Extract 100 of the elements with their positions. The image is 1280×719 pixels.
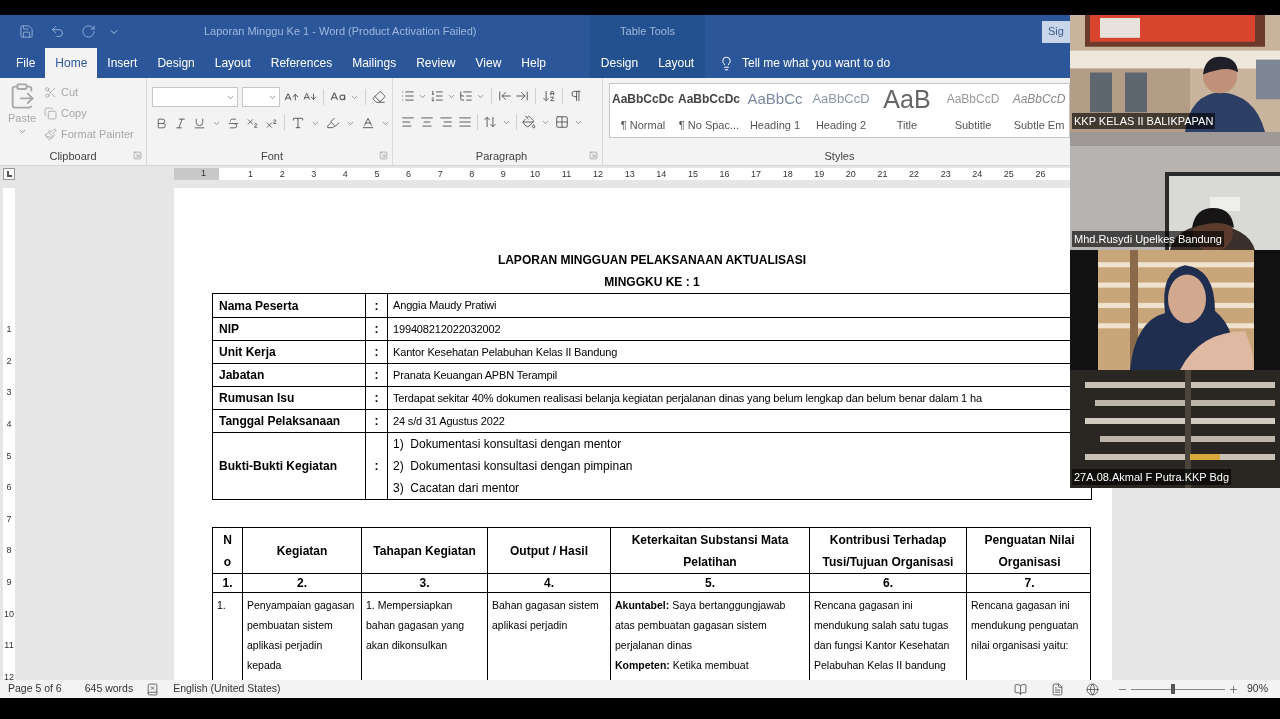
ribbon-tab[interactable]: Layout xyxy=(648,48,705,78)
text-effects-icon[interactable] xyxy=(291,116,305,130)
clear-formatting-icon[interactable] xyxy=(372,90,386,104)
style-option[interactable]: AaBbCcD Subtle Em xyxy=(1006,84,1069,137)
line-spacing-icon[interactable] xyxy=(483,115,497,129)
column-number: 7. xyxy=(1024,575,1035,592)
ribbon-tab[interactable]: References xyxy=(260,48,343,78)
page-indicator[interactable]: Page 5 of 6 xyxy=(8,681,62,697)
colon-separator: : xyxy=(374,321,379,338)
field-value: 24 s/d 31 Agustus 2022 xyxy=(393,413,506,429)
ribbon-tab[interactable]: Layout xyxy=(204,48,261,78)
style-option[interactable]: AaBbCcDc ¶ No Spac... xyxy=(676,84,742,137)
ribbon-tab[interactable]: Review xyxy=(406,48,466,78)
zoom-level[interactable]: 90% xyxy=(1247,681,1268,697)
column-number: 4. xyxy=(544,575,554,592)
ribbon-tab[interactable]: File xyxy=(6,48,46,78)
field-label: Bukti-Bukti Kegiatan xyxy=(219,458,337,475)
underline-icon[interactable] xyxy=(193,116,206,130)
ribbon-tab[interactable]: Help xyxy=(511,48,556,78)
font-color-icon[interactable] xyxy=(361,116,375,130)
borders-icon[interactable] xyxy=(555,115,569,129)
style-option[interactable]: AaBbCc Heading 1 xyxy=(742,84,808,137)
style-option[interactable]: AaBbCcDc ¶ Normal xyxy=(610,84,676,137)
dialog-launcher-icon[interactable] xyxy=(589,151,598,160)
field-label: Rumusan Isu xyxy=(219,390,295,407)
highlighter-icon[interactable] xyxy=(326,116,340,130)
table-cell-text: Penyampaian gagasan pembuatan sistem aplikasi perjadin kepada xyxy=(247,598,356,673)
subscript-icon[interactable] xyxy=(246,116,259,130)
ribbon-tab[interactable]: Home xyxy=(45,48,98,78)
font-size-field[interactable] xyxy=(242,87,280,107)
font-name-field[interactable] xyxy=(152,87,238,107)
scissors-icon[interactable] xyxy=(44,86,57,99)
participant-name: Mhd.Rusydi Upelkes Bandung xyxy=(1072,230,1224,247)
ribbon-tab[interactable]: Design xyxy=(147,48,205,78)
vertical-ruler: 1 2 3 4 5 6 7 8 9 10 11 12 xyxy=(3,188,15,680)
align-right-icon[interactable] xyxy=(439,115,453,129)
column-header: Keterkaitan Substansi Mata Pelatihan xyxy=(630,531,790,571)
group-label: Paragraph xyxy=(475,148,528,164)
zoom-slider[interactable] xyxy=(1131,684,1225,694)
style-option[interactable]: AaB Title xyxy=(874,84,940,137)
tab-selector[interactable] xyxy=(3,168,15,180)
column-header: Tahapan Kegiatan xyxy=(372,542,477,560)
ribbon-tab[interactable]: Design xyxy=(590,48,649,78)
print-layout-icon[interactable] xyxy=(1051,682,1064,696)
horizontal-ruler: 1 1 2 3 4 5 6 7 8 9 10 11 12 13 14 15 16 17 18 19 20 21 22 23 24 25 26 xyxy=(174,168,1070,180)
decrease-indent-icon[interactable] xyxy=(498,89,512,103)
participant-name: KKP KELAS II BALIKPAPAN xyxy=(1072,112,1216,129)
align-left-icon[interactable] xyxy=(401,115,415,129)
ribbon-tab[interactable]: Insert xyxy=(97,48,148,78)
table-cell-text: Bahan gagasan sistem aplikasi perjadin xyxy=(492,598,600,633)
undo-icon[interactable] xyxy=(50,24,65,39)
strikethrough-icon[interactable] xyxy=(227,116,240,130)
justify-icon[interactable] xyxy=(458,115,472,129)
dialog-launcher-icon[interactable] xyxy=(133,151,142,160)
align-center-icon[interactable] xyxy=(420,115,434,129)
shading-icon[interactable] xyxy=(522,115,536,129)
proofing-icon[interactable] xyxy=(146,682,160,696)
column-number: 3. xyxy=(419,575,430,592)
language-indicator[interactable]: English (United States) xyxy=(173,681,281,697)
colon-separator: : xyxy=(374,458,379,475)
save-icon[interactable] xyxy=(19,24,34,39)
lightbulb-icon[interactable] xyxy=(719,55,734,71)
field-value: 199408212022032002 xyxy=(393,321,502,337)
paintbrush-icon[interactable] xyxy=(44,128,57,141)
column-number: 2. xyxy=(297,575,307,592)
field-value: Anggia Maudy Pratiwi xyxy=(393,298,498,314)
copy-icon[interactable] xyxy=(44,107,57,120)
table-cell-text: Rencana gagasan ini mendukung salah satu tugas dan fungsi Kantor Kesehatan Pelabuhan Kelas II bandung xyxy=(814,598,951,673)
field-value: Kantor Kesehatan Pelabuhan Kelas II Bandung xyxy=(393,344,619,360)
superscript-icon[interactable] xyxy=(265,116,278,130)
bold-icon[interactable] xyxy=(155,116,168,130)
table-tools-label: Table Tools xyxy=(620,24,675,40)
list-item: 1) Dokumentasi konsultasi dengan mentor xyxy=(393,436,623,453)
dialog-launcher-icon[interactable] xyxy=(379,151,388,160)
column-header: Kegiatan xyxy=(275,542,329,560)
zoom-in-icon[interactable] xyxy=(1228,683,1239,695)
pilcrow-icon[interactable] xyxy=(569,89,583,103)
multilevel-list-icon[interactable] xyxy=(459,89,473,103)
word-count[interactable]: 645 words xyxy=(84,681,134,697)
ribbon-tab[interactable]: View xyxy=(465,48,512,78)
bullets-icon[interactable] xyxy=(401,89,415,103)
italic-icon[interactable] xyxy=(174,116,187,130)
web-layout-icon[interactable] xyxy=(1086,682,1099,696)
group-label: Styles xyxy=(824,148,855,164)
style-option[interactable]: AaBbCcD Heading 2 xyxy=(808,84,874,137)
style-option[interactable]: AaBbCcD Subtitle xyxy=(940,84,1006,137)
tell-me-search[interactable]: Tell me what you want to do xyxy=(742,54,891,72)
colon-separator: : xyxy=(374,413,379,430)
zoom-slider-thumb[interactable] xyxy=(1171,684,1176,694)
sort-icon[interactable] xyxy=(542,89,556,103)
sign-in-button[interactable]: Sig xyxy=(1042,20,1070,43)
group-label: Font xyxy=(261,148,283,164)
increase-indent-icon[interactable] xyxy=(515,89,529,103)
colon-separator: : xyxy=(374,367,379,384)
read-mode-icon[interactable] xyxy=(1014,682,1027,696)
ribbon-tab[interactable]: Mailings xyxy=(342,48,407,78)
numbering-icon[interactable] xyxy=(430,89,444,103)
field-value: Pranata Keuangan APBN Terampil xyxy=(393,367,559,383)
window-title: Laporan Minggu Ke 1 - Word (Product Activation Failed) xyxy=(204,24,477,40)
redo-icon[interactable] xyxy=(81,24,96,39)
